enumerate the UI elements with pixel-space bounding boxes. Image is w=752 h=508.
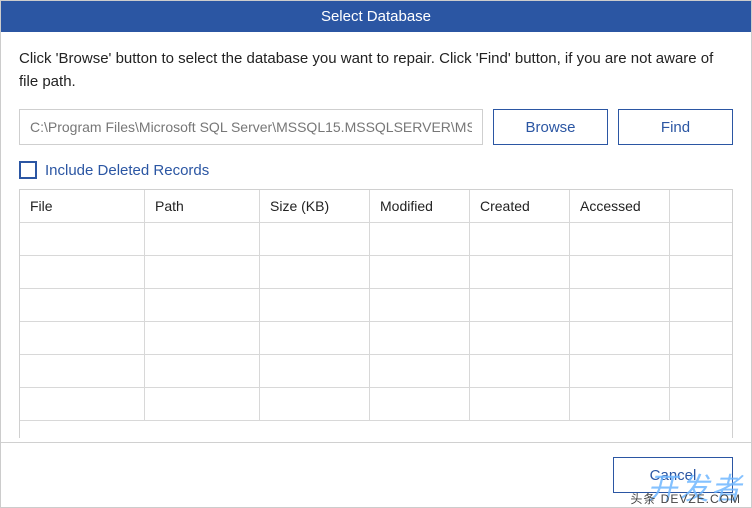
table-cell bbox=[670, 322, 732, 354]
table-cell bbox=[20, 355, 145, 387]
table-cell bbox=[370, 223, 470, 255]
table-row[interactable] bbox=[20, 289, 732, 322]
table-cell bbox=[370, 322, 470, 354]
table-cell bbox=[670, 256, 732, 288]
instruction-text: Click 'Browse' button to select the data… bbox=[19, 48, 733, 93]
table-cell bbox=[260, 223, 370, 255]
table-cell bbox=[470, 388, 570, 420]
table-cell bbox=[670, 223, 732, 255]
table-cell bbox=[20, 223, 145, 255]
table-cell bbox=[145, 355, 260, 387]
col-header-created[interactable]: Created bbox=[470, 190, 570, 222]
table-cell bbox=[20, 256, 145, 288]
table-cell bbox=[20, 388, 145, 420]
table-cell bbox=[260, 388, 370, 420]
cancel-button[interactable]: Cancel bbox=[613, 457, 733, 493]
path-row: Browse Find bbox=[19, 109, 733, 145]
window-title: Select Database bbox=[321, 8, 431, 25]
table-cell bbox=[370, 256, 470, 288]
include-deleted-label[interactable]: Include Deleted Records bbox=[45, 162, 209, 179]
table-cell bbox=[145, 388, 260, 420]
table-row[interactable] bbox=[20, 322, 732, 355]
table-cell bbox=[260, 289, 370, 321]
table-cell bbox=[570, 322, 670, 354]
col-header-path[interactable]: Path bbox=[145, 190, 260, 222]
table-cell bbox=[570, 223, 670, 255]
col-header-file[interactable]: File bbox=[20, 190, 145, 222]
table-cell bbox=[670, 289, 732, 321]
table-cell bbox=[260, 256, 370, 288]
col-header-size[interactable]: Size (KB) bbox=[260, 190, 370, 222]
table-cell bbox=[20, 322, 145, 354]
content-area: Click 'Browse' button to select the data… bbox=[1, 32, 751, 442]
include-deleted-checkbox[interactable] bbox=[19, 161, 37, 179]
table-cell bbox=[570, 355, 670, 387]
table-cell bbox=[145, 322, 260, 354]
col-header-accessed[interactable]: Accessed bbox=[570, 190, 670, 222]
table-cell bbox=[470, 322, 570, 354]
footer-bar: Cancel 开发者 头条 DEVZE.COM bbox=[1, 442, 751, 507]
table-cell bbox=[20, 289, 145, 321]
table-cell bbox=[145, 289, 260, 321]
table-cell bbox=[570, 289, 670, 321]
col-header-extra[interactable] bbox=[670, 190, 732, 222]
table-cell bbox=[370, 355, 470, 387]
table-cell bbox=[260, 322, 370, 354]
col-header-modified[interactable]: Modified bbox=[370, 190, 470, 222]
results-table: File Path Size (KB) Modified Created Acc… bbox=[19, 189, 733, 438]
table-cell bbox=[570, 388, 670, 420]
table-cell bbox=[145, 223, 260, 255]
file-path-input[interactable] bbox=[19, 109, 483, 145]
table-cell bbox=[370, 289, 470, 321]
table-cell bbox=[370, 388, 470, 420]
table-cell bbox=[470, 289, 570, 321]
table-cell bbox=[260, 355, 370, 387]
include-deleted-row: Include Deleted Records bbox=[19, 161, 733, 179]
table-cell bbox=[470, 223, 570, 255]
table-cell bbox=[670, 355, 732, 387]
table-body[interactable] bbox=[20, 223, 732, 438]
table-row[interactable] bbox=[20, 388, 732, 421]
table-row[interactable] bbox=[20, 256, 732, 289]
table-row[interactable] bbox=[20, 355, 732, 388]
table-cell bbox=[470, 355, 570, 387]
browse-button[interactable]: Browse bbox=[493, 109, 608, 145]
table-row[interactable] bbox=[20, 223, 732, 256]
table-header-row: File Path Size (KB) Modified Created Acc… bbox=[20, 190, 732, 223]
table-cell bbox=[470, 256, 570, 288]
table-cell bbox=[145, 256, 260, 288]
find-button[interactable]: Find bbox=[618, 109, 733, 145]
table-cell bbox=[670, 388, 732, 420]
table-cell bbox=[570, 256, 670, 288]
window-titlebar: Select Database bbox=[1, 1, 751, 32]
